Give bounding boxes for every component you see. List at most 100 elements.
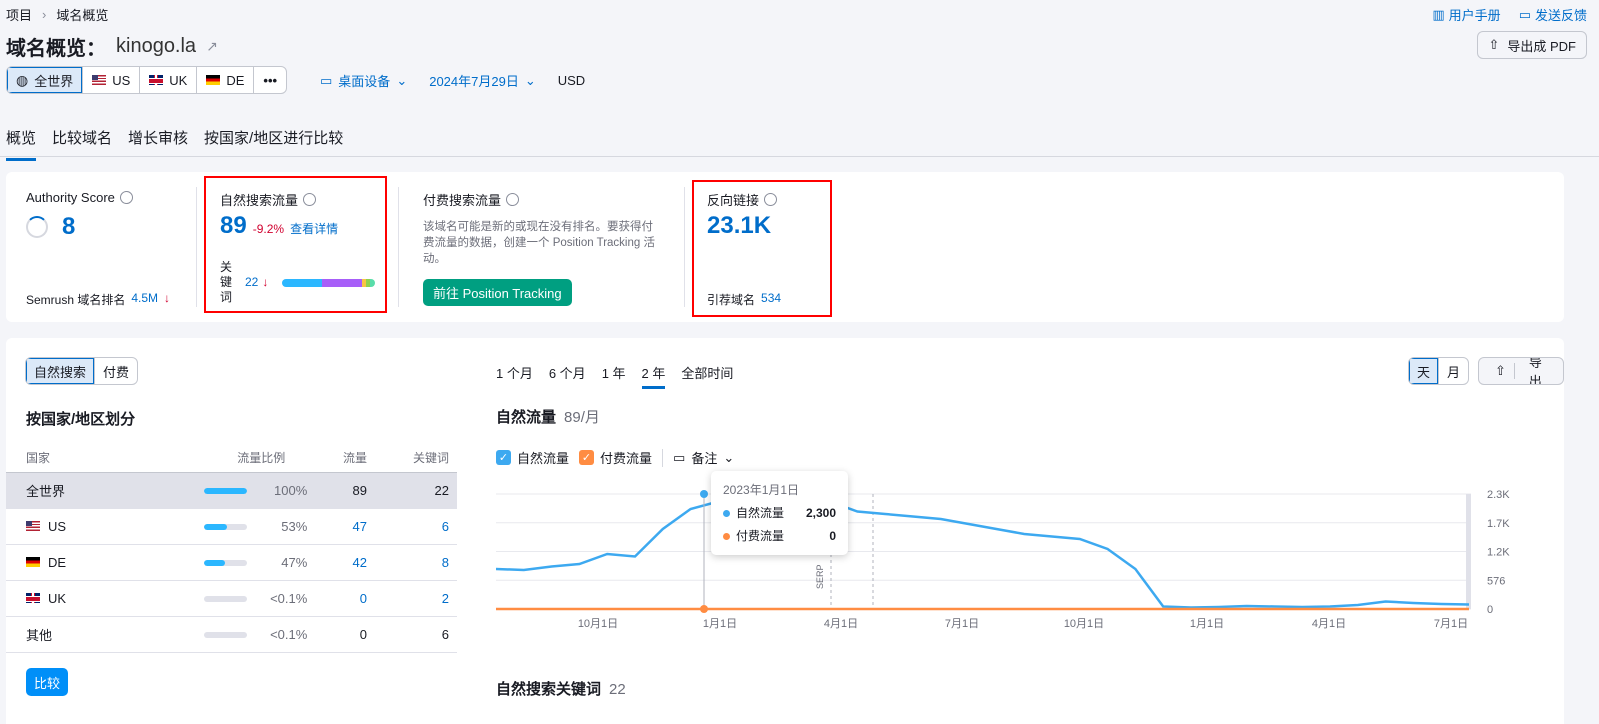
comment-icon: ▭ — [673, 449, 686, 465]
notes-dropdown[interactable]: ▭ 备注 ⌄ — [673, 448, 734, 467]
x-tick-label: 7月1日 — [945, 618, 979, 630]
col-country[interactable]: 国家 — [6, 444, 124, 473]
chart-legend: ✓ 自然流量 ✓ 付费流量 ▭ 备注 ⌄ — [496, 448, 734, 467]
region-worldwide[interactable]: ◍ 全世界 — [7, 67, 84, 93]
tabs-divider — [0, 156, 1599, 157]
legend-organic[interactable]: ✓ 自然流量 — [496, 448, 569, 467]
authority-score-label: Authority Score — [26, 190, 133, 205]
page-title: 域名概览： kinogo.la ↗ — [6, 35, 218, 60]
date-dropdown[interactable]: 2024年7月29日 ⌄ — [429, 71, 536, 90]
x-tick-label: 10月1日 — [578, 618, 618, 630]
series-line — [496, 492, 1470, 609]
referring-domains: 引荐域名 534 — [707, 291, 782, 307]
paid-dot-icon — [723, 533, 730, 540]
device-dropdown[interactable]: ▭ 桌面设备 ⌄ — [320, 71, 407, 90]
info-icon[interactable] — [119, 191, 133, 204]
compare-button[interactable]: 比较 — [26, 668, 69, 696]
uk-flag-icon — [26, 592, 40, 603]
external-link-icon[interactable]: ↗ — [206, 38, 218, 55]
more-icon: ••• — [263, 72, 278, 88]
granularity-month[interactable]: 月 — [1439, 358, 1468, 384]
y-tick-label: 576 — [1487, 575, 1505, 587]
organic-dot-icon — [723, 510, 730, 517]
manual-link[interactable]: ▥ 用户手册 — [1432, 5, 1500, 24]
paid-traffic-label: 付费搜索流量 — [423, 190, 520, 209]
divider — [662, 448, 664, 467]
export-pdf-button[interactable]: ⇧ 导出成 PDF — [1477, 31, 1587, 59]
chevron-right-icon: › — [42, 7, 47, 22]
divider — [398, 187, 399, 307]
info-icon[interactable] — [303, 193, 317, 206]
position-tracking-button[interactable]: 前往 Position Tracking — [423, 279, 572, 306]
table-header-row: 国家 流量比例 流量 关键词 — [6, 444, 457, 473]
traffic-chart[interactable]: 2.3K 1.7K 1.2K 576 0 10月1日 1月1日 4月1日 7月1日 10月1日 1月… — [496, 486, 1556, 646]
x-tick-label: 4月1日 — [1312, 618, 1346, 630]
feedback-link[interactable]: ▭ 发送反馈 — [1519, 5, 1587, 24]
table-row[interactable]: UK <0.1% 0 2 — [6, 580, 457, 617]
table-row[interactable]: 其他 <0.1% 0 6 — [6, 616, 457, 653]
granularity-day[interactable]: 天 — [1409, 358, 1440, 384]
share-bar — [204, 488, 248, 495]
toggle-organic[interactable]: 自然搜索 — [26, 358, 96, 384]
checkbox-checked-icon: ✓ — [579, 450, 595, 465]
breadcrumb-current: 域名概览 — [56, 8, 109, 23]
more-regions-button[interactable]: ••• — [254, 67, 286, 93]
organic-traffic: 89 -9.2% 查看详情 — [220, 212, 339, 239]
upload-icon: ⇧ — [1487, 363, 1515, 379]
arrow-down-icon: ↓ — [262, 275, 269, 289]
backlinks-value[interactable]: 23.1K — [707, 212, 771, 240]
region-de[interactable]: DE — [197, 67, 255, 93]
main-card: 自然搜索 付费 按国家/地区划分 国家 流量比例 流量 关键词 全世界 100%… — [6, 338, 1564, 724]
region-us[interactable]: US — [83, 67, 141, 93]
de-flag-icon — [26, 556, 40, 567]
domain-name: kinogo.la — [116, 35, 197, 57]
info-icon[interactable] — [764, 193, 778, 206]
table-row[interactable]: DE 47% 42 8 — [6, 544, 457, 581]
filters: ▭ 桌面设备 ⌄ 2024年7月29日 ⌄ USD — [320, 71, 585, 90]
y-tick-label: 2.3K — [1487, 489, 1510, 501]
period-2y[interactable]: 2 年 — [641, 363, 666, 389]
breadcrumb-root[interactable]: 项目 — [6, 5, 32, 24]
period-1y[interactable]: 1 年 — [602, 363, 626, 389]
organic-traffic-label: 自然搜索流量 — [220, 190, 317, 209]
x-tick-label: 7月1日 — [1434, 618, 1468, 630]
col-share[interactable]: 流量比例 — [123, 444, 316, 473]
authority-score: 8 — [26, 213, 75, 241]
export-button[interactable]: ⇧ 导出 — [1478, 357, 1564, 385]
period-6m[interactable]: 6 个月 — [549, 363, 586, 389]
arrow-down-icon: ↓ — [164, 291, 171, 305]
monitor-icon: ▭ — [320, 72, 333, 88]
score-ring-icon — [26, 216, 48, 238]
currency-label: USD — [557, 73, 586, 88]
hover-point — [700, 490, 708, 498]
period-all[interactable]: 全部时间 — [681, 363, 733, 389]
country-section-title: 按国家/地区划分 — [26, 411, 136, 428]
keywords-section-title: 自然搜索关键词 22 — [496, 681, 626, 698]
comment-icon: ▭ — [1518, 6, 1531, 22]
toggle-paid[interactable]: 付费 — [95, 358, 137, 384]
region-uk[interactable]: UK — [140, 67, 198, 93]
checkbox-checked-icon: ✓ — [496, 450, 511, 465]
divider — [196, 187, 197, 307]
traffic-title: 自然流量 89/月 — [496, 409, 600, 426]
x-tick-label: 10月1日 — [1064, 618, 1104, 630]
x-tick-label: 1月1日 — [703, 618, 737, 630]
table-row[interactable]: US 53% 47 6 — [6, 508, 457, 545]
share-bar — [204, 596, 248, 603]
details-link[interactable]: 查看详情 — [290, 220, 338, 237]
traffic-type-toggle: 自然搜索 付费 — [25, 357, 139, 385]
info-icon[interactable] — [506, 193, 520, 206]
col-traffic[interactable]: 流量 — [315, 444, 381, 473]
hover-point — [700, 605, 708, 613]
legend-paid[interactable]: ✓ 付费流量 — [579, 448, 652, 467]
period-tabs: 1 个月 6 个月 1 年 2 年 全部时间 — [496, 363, 733, 389]
y-tick-label: 1.7K — [1487, 518, 1510, 530]
period-1m[interactable]: 1 个月 — [496, 363, 533, 389]
annotation-label: SERP — [815, 564, 825, 589]
table-row[interactable]: 全世界 100% 89 22 — [6, 472, 457, 509]
scroll-handle — [1466, 494, 1471, 609]
region-selector: ◍ 全世界 US UK DE ••• — [6, 66, 288, 94]
y-tick-label: 1.2K — [1487, 547, 1510, 559]
share-bar — [204, 560, 248, 567]
col-keywords[interactable]: 关键词 — [380, 444, 457, 473]
